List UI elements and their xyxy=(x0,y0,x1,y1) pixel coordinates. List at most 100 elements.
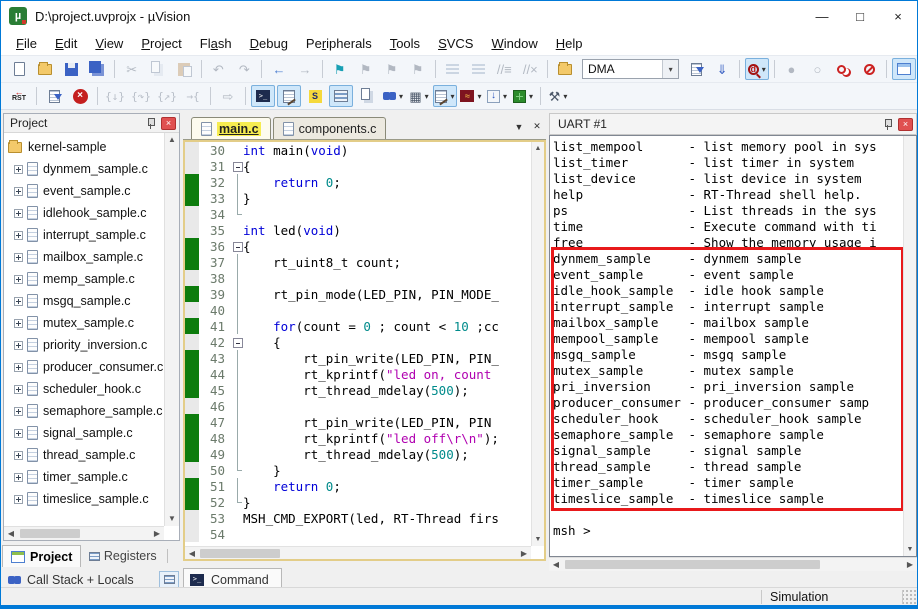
stop-button[interactable]: × xyxy=(68,85,92,107)
tree-item-scheduler-hook-c[interactable]: scheduler_hook.c xyxy=(4,378,164,400)
tree-item-msgq-sample-c[interactable]: msgq_sample.c xyxy=(4,290,164,312)
expand-plus-icon[interactable] xyxy=(14,208,23,218)
code-line-39[interactable]: 39 rt_pin_mode(LED_PIN, PIN_MODE_ xyxy=(185,286,531,302)
chevron-down-icon[interactable]: ▾ xyxy=(662,60,679,78)
expand-plus-icon[interactable] xyxy=(14,318,23,328)
fold-collapse-icon[interactable] xyxy=(231,238,243,254)
scroll-down-icon[interactable]: ▼ xyxy=(165,512,179,526)
registers-window-button[interactable] xyxy=(329,85,353,107)
load-application-button[interactable] xyxy=(553,58,577,80)
scrollbar-thumb[interactable] xyxy=(565,560,820,569)
expand-plus-icon[interactable] xyxy=(14,186,23,196)
code-line-43[interactable]: 43 rt_pin_write(LED_PIN, PIN_ xyxy=(185,350,531,366)
editor-vertical-scrollbar[interactable]: ▲ ▼ xyxy=(531,142,544,546)
code-line-41[interactable]: 41 for(count = 0 ; count < 10 ;cc xyxy=(185,318,531,334)
code-line-36[interactable]: 36 { xyxy=(185,238,531,254)
chevron-down-icon[interactable]: ▾ xyxy=(425,92,429,101)
navigate-back-button[interactable]: ← xyxy=(267,58,291,80)
code-line-48[interactable]: 48 rt_kprintf("led off\r\n"); xyxy=(185,430,531,446)
tree-item-signal-sample-c[interactable]: signal_sample.c xyxy=(4,422,164,444)
code-line-53[interactable]: 53 MSH_CMD_EXPORT(led, RT-Thread firs xyxy=(185,510,531,526)
tab-components-c[interactable]: components.c xyxy=(272,117,387,139)
tab-list-button[interactable]: ▼ xyxy=(510,114,528,139)
tree-item-kernel-sample[interactable]: kernel-sample xyxy=(4,136,164,158)
tree-item-producer-consumer-c[interactable]: producer_consumer.c xyxy=(4,356,164,378)
scroll-left-icon[interactable]: ◀ xyxy=(549,558,563,571)
prev-bookmark-button[interactable]: ⚑ xyxy=(354,58,378,80)
code-line-54[interactable]: 54 xyxy=(185,526,531,542)
code-line-32[interactable]: 32 return 0; xyxy=(185,174,531,190)
tree-item-interrupt-sample-c[interactable]: interrupt_sample.c xyxy=(4,224,164,246)
redo-button[interactable]: ↷ xyxy=(232,58,256,80)
scroll-down-icon[interactable]: ▼ xyxy=(532,533,544,546)
maximize-button[interactable]: □ xyxy=(841,1,879,31)
code-line-49[interactable]: 49 rt_thread_mdelay(500); xyxy=(185,446,531,462)
pin-icon[interactable] xyxy=(883,118,893,130)
tab-registers[interactable]: Registers xyxy=(81,545,164,567)
tree-item-dynmem-sample-c[interactable]: dynmem_sample.c xyxy=(4,158,164,180)
disable-all-breakpoints-button[interactable] xyxy=(831,58,855,80)
tab-main-c[interactable]: main.c xyxy=(191,117,271,139)
trace-window-button[interactable]: ↓ ▾ xyxy=(485,85,509,107)
code-line-50[interactable]: 50 } xyxy=(185,462,531,478)
code-line-37[interactable]: 37 rt_uint8_t count; xyxy=(185,254,531,270)
chevron-down-icon[interactable]: ▾ xyxy=(563,92,567,101)
disassembly-window-button[interactable] xyxy=(277,85,301,107)
menu-window[interactable]: Window xyxy=(482,33,546,54)
close-icon[interactable]: × xyxy=(898,117,913,131)
outdent-button[interactable] xyxy=(466,58,490,80)
scroll-right-icon[interactable]: ▶ xyxy=(903,558,917,571)
project-tree-horizontal-scrollbar[interactable]: ◀ ▶ xyxy=(4,526,164,540)
code-line-35[interactable]: 35 int led(void) xyxy=(185,222,531,238)
run-button[interactable] xyxy=(42,85,66,107)
navigate-forward-button[interactable]: → xyxy=(293,58,317,80)
new-file-button[interactable] xyxy=(7,58,31,80)
open-file-button[interactable] xyxy=(33,58,57,80)
project-window-toggle-button[interactable] xyxy=(892,58,917,80)
tree-item-priority-inversion-c[interactable]: priority_inversion.c xyxy=(4,334,164,356)
menu-svcs[interactable]: SVCS xyxy=(429,33,482,54)
run-to-cursor-button[interactable]: →{ xyxy=(181,85,205,107)
fold-collapse-icon[interactable] xyxy=(231,158,243,174)
chevron-down-icon[interactable]: ▾ xyxy=(762,65,766,74)
enable-disable-breakpoint-button[interactable]: ○ xyxy=(805,58,829,80)
close-icon[interactable]: × xyxy=(161,116,176,130)
save-all-button[interactable] xyxy=(85,58,109,80)
menu-debug[interactable]: Debug xyxy=(241,33,297,54)
find-in-files-button[interactable]: d ▾ xyxy=(744,58,769,80)
menu-file[interactable]: File xyxy=(7,33,46,54)
code-line-47[interactable]: 47 rt_pin_write(LED_PIN, PIN xyxy=(185,414,531,430)
tree-item-timer-sample-c[interactable]: timer_sample.c xyxy=(4,466,164,488)
watch-window-button[interactable]: ▾ xyxy=(381,85,405,107)
scroll-up-icon[interactable]: ▲ xyxy=(532,142,544,155)
code-line-40[interactable]: 40 xyxy=(185,302,531,318)
menu-tools[interactable]: Tools xyxy=(381,33,429,54)
next-bookmark-button[interactable]: ⚑ xyxy=(380,58,404,80)
close-button[interactable]: × xyxy=(879,1,917,31)
kill-all-breakpoints-button[interactable] xyxy=(857,58,881,80)
code-line-33[interactable]: 33} xyxy=(185,190,531,206)
scroll-left-icon[interactable]: ◀ xyxy=(4,527,18,540)
resize-grip[interactable] xyxy=(903,588,917,605)
close-document-button[interactable]: ✕ xyxy=(528,114,546,139)
target-select[interactable]: DMA ▾ xyxy=(581,59,680,79)
chevron-down-icon[interactable]: ▾ xyxy=(477,92,481,101)
expand-plus-icon[interactable] xyxy=(14,230,23,240)
scroll-right-icon[interactable]: ▶ xyxy=(150,527,164,540)
undo-button[interactable]: ↶ xyxy=(206,58,230,80)
command-window-button[interactable]: >_ xyxy=(251,85,275,107)
toolbox-button[interactable]: ⚒ ▾ xyxy=(546,85,570,107)
chevron-down-icon[interactable]: ▾ xyxy=(503,92,507,101)
tab-project[interactable]: Project xyxy=(2,545,82,567)
menu-flash[interactable]: Flash xyxy=(191,33,241,54)
code-line-46[interactable]: 46 xyxy=(185,398,531,414)
code-line-38[interactable]: 38 xyxy=(185,270,531,286)
expand-plus-icon[interactable] xyxy=(14,274,23,284)
show-next-statement-button[interactable]: ⇨ xyxy=(216,85,240,107)
expand-plus-icon[interactable] xyxy=(14,406,23,416)
code-line-34[interactable]: 34 xyxy=(185,206,531,222)
uart-vertical-scrollbar[interactable]: ▼ xyxy=(903,136,916,556)
step-over-button[interactable]: {↷} xyxy=(129,85,153,107)
expand-plus-icon[interactable] xyxy=(14,472,23,482)
menu-edit[interactable]: Edit xyxy=(46,33,86,54)
